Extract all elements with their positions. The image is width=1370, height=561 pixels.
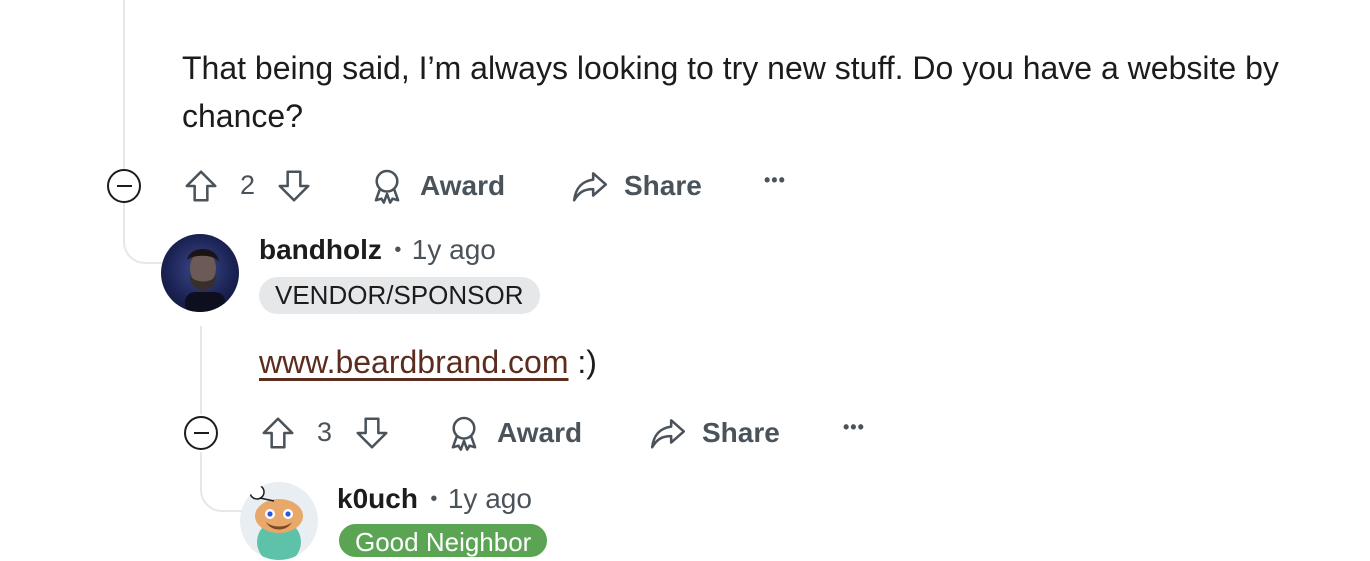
share-button[interactable]: Share [648, 414, 780, 452]
downvote-button[interactable] [353, 414, 391, 452]
vote-count: 3 [317, 417, 333, 447]
comment-body: www.beardbrand.com :) [259, 338, 597, 386]
share-label: Share [624, 170, 702, 201]
snoo-avatar-image [249, 484, 303, 560]
collapse-thread-button[interactable] [184, 416, 218, 450]
separator-dot: • [430, 488, 438, 510]
collapse-icon [116, 184, 132, 188]
thread-line-2 [200, 326, 204, 414]
comment-trailing-text: :) [568, 344, 597, 380]
comment-body: That being said, I’m always looking to t… [182, 50, 1279, 134]
award-icon [374, 169, 400, 204]
username[interactable]: k0uch [337, 483, 418, 514]
collapse-icon [193, 431, 209, 435]
award-label: Award [420, 170, 506, 201]
downvote-icon [278, 170, 310, 202]
award-button[interactable]: Award [445, 414, 582, 452]
upvote-button[interactable] [259, 414, 297, 452]
user-flair: Good Neighbor [337, 522, 550, 559]
user-flair: VENDOR/SPONSOR [259, 277, 540, 314]
award-button[interactable]: Award [368, 167, 505, 205]
award-label: Award [497, 417, 583, 448]
upvote-icon [262, 417, 294, 449]
avatar-image [185, 249, 225, 312]
upvote-button[interactable] [182, 167, 220, 205]
timestamp[interactable]: 1y ago [448, 483, 532, 514]
separator-dot: • [394, 239, 402, 261]
vote-count: 2 [240, 170, 256, 200]
more-options-button[interactable]: ••• [764, 170, 786, 191]
award-icon [451, 416, 477, 451]
more-icon: ••• [843, 417, 865, 437]
share-label: Share [702, 417, 780, 448]
username[interactable]: bandholz [259, 234, 382, 265]
thread-line-1 [123, 0, 165, 264]
share-icon [650, 419, 686, 449]
avatar[interactable] [240, 482, 318, 560]
comment-link[interactable]: www.beardbrand.com [259, 344, 568, 380]
collapse-thread-button[interactable] [107, 169, 141, 203]
upvote-icon [185, 170, 217, 202]
share-icon [572, 172, 608, 202]
thread-line-3 [200, 452, 242, 512]
downvote-icon [356, 417, 388, 449]
avatar[interactable] [161, 234, 239, 312]
share-button[interactable]: Share [570, 167, 702, 205]
more-options-button[interactable]: ••• [843, 417, 865, 438]
downvote-button[interactable] [275, 167, 313, 205]
timestamp[interactable]: 1y ago [412, 234, 496, 265]
more-icon: ••• [764, 170, 786, 190]
